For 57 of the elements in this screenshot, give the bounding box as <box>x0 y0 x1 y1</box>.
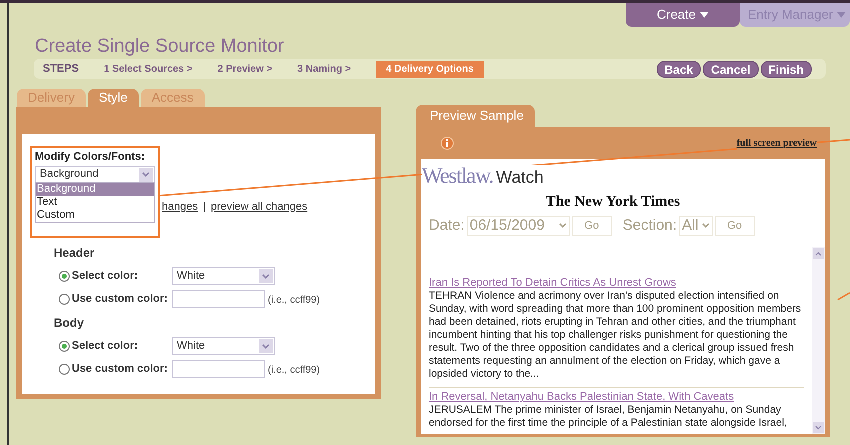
hint-text: (i.e., ccff99) <box>268 364 320 378</box>
article-summary: JERUSALEM The prime minister of Israel, Benjamin Netanyahu, on Sunday endorsed for the first time the principle of a Palestinian state alongside Israel, <box>429 404 788 430</box>
nav-button[interactable]: Finish <box>760 60 812 78</box>
scroll-up-icon[interactable] <box>813 248 824 259</box>
chevron-icon <box>702 223 710 228</box>
nav-button[interactable]: Back <box>656 60 702 78</box>
separator: | <box>203 200 206 215</box>
leader-line <box>838 292 850 301</box>
radio-button[interactable] <box>59 340 70 352</box>
radio-button[interactable] <box>59 294 70 304</box>
article-link[interactable]: Iran Is Reported To Detain Critics As Unrest Grows <box>429 277 804 290</box>
radio-button[interactable] <box>59 364 70 374</box>
hint-text: (i.e., ccff99) <box>268 294 320 308</box>
page-title: Create Single Source Monitor <box>35 36 286 58</box>
steps-label: STEPS <box>43 62 80 77</box>
date-label: Date: <box>429 216 465 236</box>
chevron-icon <box>259 269 273 283</box>
caret-icon <box>837 12 846 18</box>
link[interactable]: hanges <box>162 199 198 216</box>
link[interactable]: preview all changes <box>210 199 308 216</box>
scrollbar[interactable] <box>812 247 825 434</box>
color-input[interactable] <box>172 360 265 378</box>
chevron-icon <box>259 339 273 353</box>
radio-label: Use custom color: <box>72 362 169 377</box>
article-summary: TEHRAN Violence and acrimony over Iran's disputed election intensified on Sunday, with word spreading that more than 100 prominent opposition members had been detained, riots erupting in Tehran and other cities, and the triumphant incumbent hinting that his top challenger risks punishment for questioning the result. Two of the three opposition candidates and a clerical group issued fresh statements requesting an annulment of the election on Friday, which gave a lopsided victory to the... <box>429 290 802 381</box>
radio-label: Select color: <box>72 338 140 354</box>
dropdown-option[interactable]: Custom <box>36 209 154 222</box>
article-link[interactable]: In Reversal, Netanyahu Backs Palestinian State, With Caveats <box>429 391 804 404</box>
dropdown-option[interactable]: Text <box>36 196 154 209</box>
field-label: Modify Colors/Fonts: <box>35 150 146 165</box>
brand-logo: Westlaw. <box>422 165 494 187</box>
info-icon[interactable] <box>441 136 454 150</box>
chevron-icon <box>558 223 567 228</box>
preview-tab[interactable]: Preview Sample <box>416 105 535 127</box>
caret-icon <box>700 12 710 18</box>
step-item[interactable]: 3 Naming > <box>298 62 352 76</box>
color-select[interactable]: White <box>172 267 275 285</box>
section-heading: Header <box>54 245 96 262</box>
step-item[interactable]: 2 Preview > <box>218 62 273 76</box>
color-input[interactable] <box>172 290 265 308</box>
chevron-icon <box>139 168 153 182</box>
newspaper-name: The New York Times <box>544 193 682 212</box>
scroll-down-icon[interactable] <box>813 422 824 433</box>
color-select[interactable]: White <box>172 337 275 355</box>
dropdown-option[interactable]: Background <box>36 183 154 196</box>
menu-tab[interactable]: Create <box>626 3 740 27</box>
step-item[interactable]: 1 Select Sources > <box>104 62 193 76</box>
section-label: Section: <box>622 216 678 236</box>
nav-button[interactable]: Cancel <box>703 60 759 78</box>
brand-logo-suffix: Watch <box>496 168 544 187</box>
radio-button[interactable] <box>59 270 70 282</box>
step-item[interactable]: 4 Delivery Options <box>376 60 484 78</box>
radio-label: Select color: <box>72 268 140 284</box>
fonts-select[interactable]: Background <box>35 166 155 184</box>
section-heading: Body <box>54 315 85 332</box>
tab[interactable]: Style <box>88 89 139 107</box>
radio-label: Use custom color: <box>72 292 169 307</box>
